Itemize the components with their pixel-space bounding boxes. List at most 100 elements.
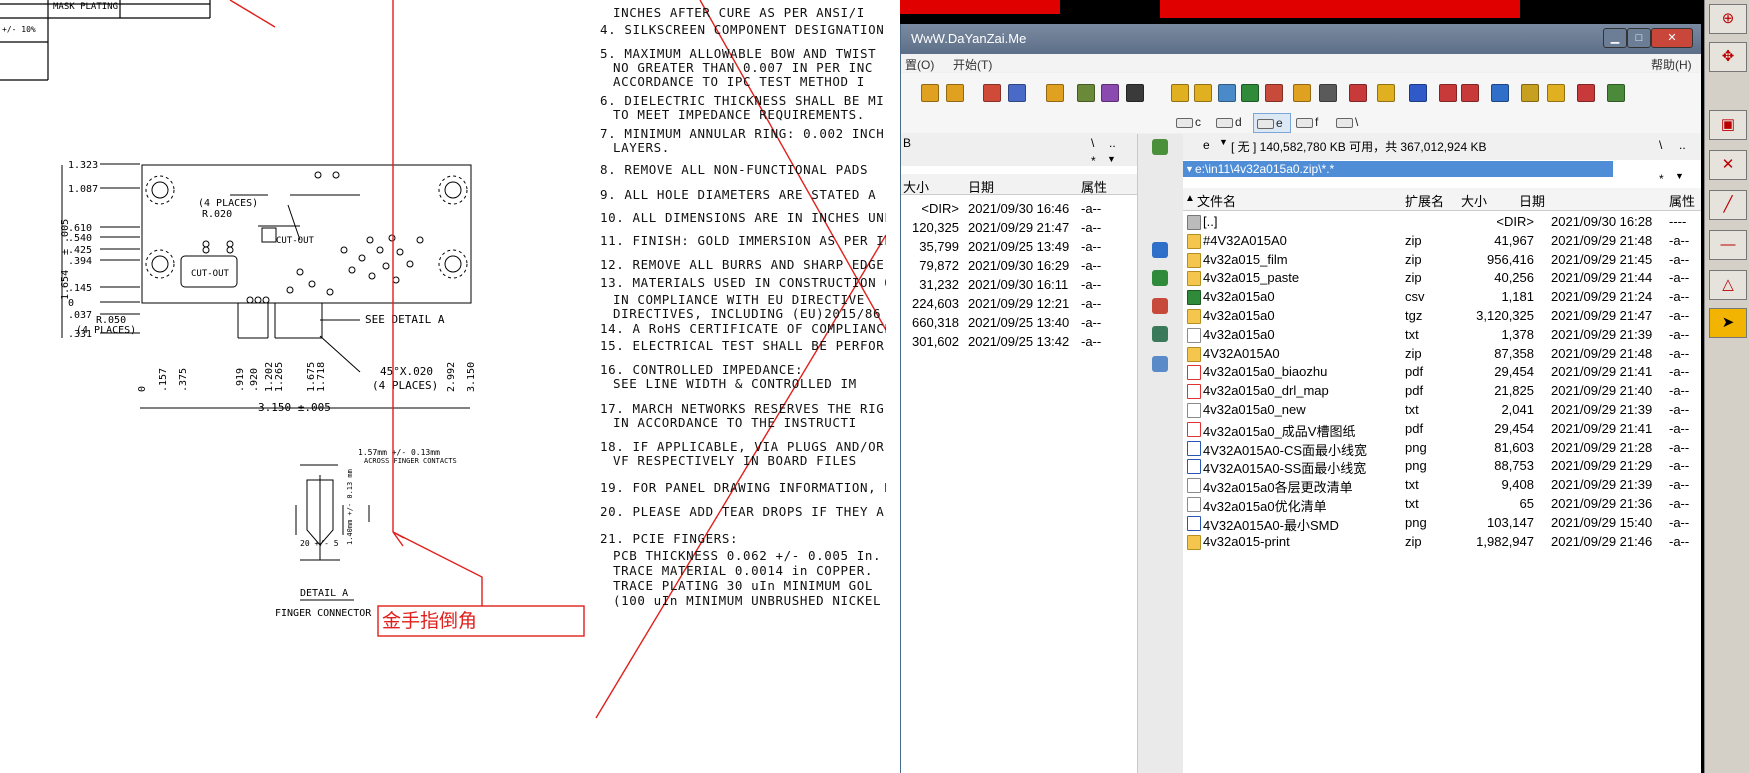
file-date: 2021/09/29 21:41: [1551, 420, 1653, 436]
file-row[interactable]: 4v32a015a0_drl_map pdf 21,825 2021/09/29 21…: [1183, 381, 1701, 400]
file-row[interactable]: 4v32a015a0_new txt 2,041 2021/09/29 21:39 -a…: [1183, 400, 1701, 419]
file-row[interactable]: [..] <DIR> 2021/09/30 16:28 ----: [1183, 212, 1701, 231]
left-col-size[interactable]: 大小: [903, 177, 929, 196]
left-filter[interactable]: *: [1091, 154, 1096, 168]
file-row[interactable]: 4V32A015A0-SS面最小线宽 png 88,753 2021/09/29 21…: [1183, 456, 1701, 476]
left-root-button[interactable]: \: [1091, 136, 1094, 150]
left-col-attr[interactable]: 属性: [1081, 177, 1107, 196]
star-icon[interactable]: [1547, 84, 1565, 102]
left-filter-dropdown-icon[interactable]: ▼: [1107, 154, 1116, 164]
path-dropdown-icon[interactable]: ▼: [1185, 161, 1194, 177]
col-size[interactable]: 大小: [1461, 191, 1487, 210]
edit-icon[interactable]: [1126, 84, 1144, 102]
file-name: 4v32a015-print: [1203, 533, 1290, 549]
drive-button-c[interactable]: c: [1173, 113, 1201, 131]
list-item[interactable]: 301,602 2021/09/25 13:42 -a--: [901, 331, 1137, 350]
close-button[interactable]: ✕: [1651, 28, 1693, 48]
sync-icon[interactable]: [1152, 270, 1168, 286]
file-row[interactable]: 4v32a015-print zip 1,982,947 2021/09/29 21:…: [1183, 532, 1701, 551]
move-icon[interactable]: [946, 84, 964, 102]
file-row[interactable]: 4v32a015a0 txt 1,378 2021/09/29 21:39 -a--: [1183, 325, 1701, 344]
file-row[interactable]: 4v32a015a0 tgz 3,120,325 2021/09/29 21:47 -a…: [1183, 306, 1701, 325]
drive-button-d[interactable]: d: [1213, 113, 1242, 131]
cad-tool-polygon[interactable]: △: [1709, 270, 1747, 300]
col-ext[interactable]: 扩展名: [1405, 191, 1444, 210]
col-attr[interactable]: 属性: [1669, 191, 1695, 210]
txt-file-icon: [1187, 478, 1201, 494]
cad-tool-line[interactable]: ╱: [1709, 190, 1747, 220]
menu-item-help[interactable]: 帮助(H): [1651, 56, 1692, 73]
col-date[interactable]: 日期: [1519, 191, 1545, 210]
right-path-bar[interactable]: ▼ e:\in11\4v32a015a0.zip\*.*: [1183, 161, 1613, 177]
cad-tool-pan[interactable]: ✥: [1709, 42, 1747, 72]
file-row[interactable]: 4v32a015_paste zip 40,256 2021/09/29 21:44-…: [1183, 268, 1701, 287]
cad-tool-measure[interactable]: —: [1709, 230, 1747, 260]
drive-button-f[interactable]: f: [1293, 113, 1318, 131]
file-row[interactable]: #4V32A015A0 zip 41,967 2021/09/29 21:48 -a--: [1183, 231, 1701, 250]
file-row[interactable]: 4V32A015A0 zip 87,358 2021/09/29 21:48 -a--: [1183, 344, 1701, 363]
pack-icon[interactable]: [1241, 84, 1259, 102]
delete-icon[interactable]: [1265, 84, 1283, 102]
drive-dropdown-icon[interactable]: ▼: [1219, 137, 1228, 147]
sort-icon[interactable]: [1409, 84, 1427, 102]
list-item[interactable]: 224,603 2021/09/29 12:21 -a--: [901, 293, 1137, 312]
list-item[interactable]: 660,318 2021/09/25 13:40 -a--: [901, 312, 1137, 331]
network-icon[interactable]: [1491, 84, 1509, 102]
tree-icon[interactable]: [1607, 84, 1625, 102]
compare-icon[interactable]: [1152, 298, 1168, 314]
palette-icon[interactable]: [1319, 84, 1337, 102]
pdf-icon[interactable]: [1461, 84, 1479, 102]
folder-icon[interactable]: [1077, 84, 1095, 102]
file-row[interactable]: 4v32a015a0_biaozhu pdf 29,454 2021/09/29 21…: [1183, 362, 1701, 381]
list-item[interactable]: 79,872 2021/09/30 16:29 -a--: [901, 255, 1137, 274]
col-name[interactable]: 文件名: [1197, 191, 1236, 210]
file-row[interactable]: 4V32A015A0-CS面最小线宽 png 81,603 2021/09/29 21…: [1183, 438, 1701, 458]
info-icon[interactable]: [1377, 84, 1395, 102]
file-row[interactable]: 4v32a015a0 csv 1,181 2021/09/29 21:24 -a--: [1183, 287, 1701, 306]
list-item[interactable]: 120,325 2021/09/29 21:47 -a--: [901, 217, 1137, 236]
right-filter[interactable]: *: [1659, 172, 1664, 186]
cad-tool-select[interactable]: ➤: [1709, 308, 1747, 338]
network-icon[interactable]: [1152, 326, 1168, 342]
right-up-button[interactable]: ..: [1679, 138, 1686, 152]
file-row[interactable]: 4V32A015A0-最小SMD png 103,147 2021/09/29 15:…: [1183, 513, 1701, 533]
file-row[interactable]: 4v32a015a0各层更改清单 txt 9,408 2021/09/29 21:39…: [1183, 475, 1701, 495]
ftp-icon[interactable]: [983, 84, 1001, 102]
file-row[interactable]: 4v32a015a0优化清单 txt 65 2021/09/29 21:36 -a--: [1183, 494, 1701, 514]
left-col-date[interactable]: 日期: [968, 177, 994, 196]
tip-icon[interactable]: [1293, 84, 1311, 102]
stop-icon[interactable]: [1349, 84, 1367, 102]
cad-tool-zoom[interactable]: ⊕: [1709, 4, 1747, 34]
list-item[interactable]: <DIR> 2021/09/30 16:46 -a--: [901, 198, 1137, 217]
cad-tool-layer[interactable]: ▣: [1709, 110, 1747, 140]
drive-button-network[interactable]: \: [1333, 113, 1358, 131]
list-item[interactable]: 31,232 2021/09/30 16:11 -a--: [901, 274, 1137, 293]
table-cell-tolerance: +/- 10%: [2, 25, 36, 34]
tree-icon[interactable]: [1152, 139, 1168, 155]
right-filter-dropdown-icon[interactable]: ▼: [1675, 171, 1684, 181]
copy-icon[interactable]: [921, 84, 939, 102]
archive2-icon[interactable]: [1439, 84, 1457, 102]
drive-button-e[interactable]: e: [1253, 113, 1291, 133]
right-drive-select[interactable]: e: [1203, 138, 1210, 152]
file-row[interactable]: 4v32a015_film zip 956,416 2021/09/29 21:45-…: [1183, 250, 1701, 269]
folder-sync-icon[interactable]: [1101, 84, 1119, 102]
archive-icon[interactable]: [1218, 84, 1236, 102]
close2-icon[interactable]: [1577, 84, 1595, 102]
excel-icon[interactable]: [1171, 84, 1189, 102]
menu-item-config[interactable]: 置(O): [905, 56, 934, 73]
right-root-button[interactable]: \: [1659, 138, 1662, 152]
file-row[interactable]: 4v32a015a0_成品V槽图纸 pdf 29,454 2021/09/29 21:…: [1183, 419, 1701, 439]
pin-icon[interactable]: [1521, 84, 1539, 102]
minimize-button[interactable]: ▁: [1603, 28, 1627, 48]
history-icon[interactable]: [1152, 242, 1168, 258]
binoculars-icon[interactable]: [1046, 84, 1064, 102]
cad-tool-cross[interactable]: ✕: [1709, 150, 1747, 180]
list-item[interactable]: 35,799 2021/09/25 13:49 -a--: [901, 236, 1137, 255]
doc-icon[interactable]: [1194, 84, 1212, 102]
url-icon[interactable]: [1008, 84, 1026, 102]
preview-icon[interactable]: [1152, 356, 1168, 372]
left-up-button[interactable]: ..: [1109, 136, 1116, 150]
maximize-button[interactable]: □: [1627, 28, 1651, 48]
menu-item-start[interactable]: 开始(T): [953, 56, 992, 73]
